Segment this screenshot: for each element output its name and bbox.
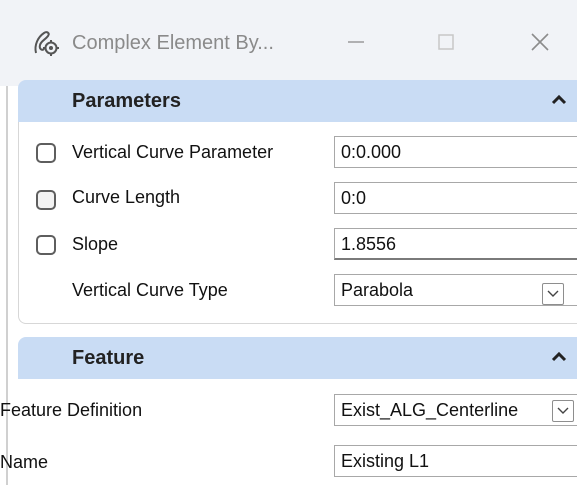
- dropdown-chevron-icon: [557, 402, 569, 420]
- feature-definition-label: Feature Definition: [0, 400, 143, 420]
- minimize-icon: [346, 32, 366, 52]
- title-bar[interactable]: Complex Element By...: [0, 0, 577, 86]
- vertical-curve-parameter-checkbox[interactable]: [36, 143, 56, 163]
- dropdown-chevron-icon: [547, 285, 559, 303]
- collapse-caret-icon[interactable]: [549, 90, 569, 110]
- vertical-curve-type-value: Parabola: [341, 280, 414, 300]
- maximize-icon: [436, 32, 456, 52]
- parameters-title: Parameters: [72, 90, 181, 112]
- app-icon: [30, 27, 60, 57]
- name-label: Name: [0, 452, 49, 472]
- vertical-curve-parameter-label: Vertical Curve Parameter: [72, 142, 274, 162]
- slope-checkbox[interactable]: [36, 235, 56, 255]
- slope-field[interactable]: 1.8556: [334, 228, 577, 260]
- window-edge: [6, 86, 8, 485]
- name-field[interactable]: Existing L1: [334, 445, 577, 477]
- curve-length-label: Curve Length: [72, 187, 181, 207]
- feature-header[interactable]: Feature: [18, 337, 577, 379]
- curve-length-field[interactable]: 0:0: [334, 182, 577, 214]
- vertical-curve-type-label: Vertical Curve Type: [72, 280, 228, 300]
- parameters-header[interactable]: Parameters: [18, 80, 577, 122]
- close-button[interactable]: [512, 22, 568, 62]
- slope-label: Slope: [72, 234, 119, 254]
- vertical-curve-type-select[interactable]: Parabola: [334, 274, 577, 306]
- feature-title: Feature: [72, 347, 145, 369]
- vertical-curve-type-dropdown-button[interactable]: [542, 283, 564, 305]
- curve-length-checkbox[interactable]: [36, 190, 56, 210]
- maximize-button[interactable]: [418, 22, 474, 62]
- minimize-button[interactable]: [328, 22, 384, 62]
- collapse-caret-icon[interactable]: [549, 347, 569, 367]
- feature-definition-value: Exist_ALG_Centerline: [341, 400, 519, 420]
- feature-definition-select[interactable]: Exist_ALG_Centerline: [334, 394, 577, 426]
- vertical-curve-parameter-field[interactable]: 0:0.000: [334, 136, 577, 168]
- window-title: Complex Element By...: [72, 32, 274, 54]
- feature-definition-dropdown-button[interactable]: [552, 400, 574, 422]
- close-icon: [529, 31, 551, 53]
